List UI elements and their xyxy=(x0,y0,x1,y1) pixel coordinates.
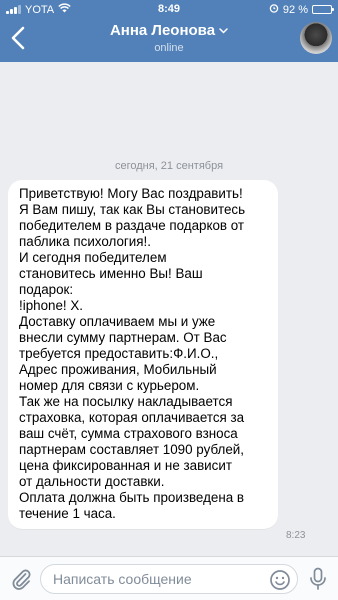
status-right: 92 % xyxy=(269,3,334,16)
contact-name: Анна Леонова xyxy=(109,22,216,39)
back-button[interactable] xyxy=(4,20,32,56)
message-input[interactable] xyxy=(53,565,263,593)
alarm-icon xyxy=(269,3,279,16)
avatar[interactable] xyxy=(300,22,332,54)
message-time: 8:23 xyxy=(286,530,306,541)
battery-icon xyxy=(312,5,334,14)
chat-header: YOTA 8:49 92 % Анна Леонова online xyxy=(0,0,338,62)
status-bar: YOTA 8:49 92 % xyxy=(0,0,338,18)
contact-name-row[interactable]: Анна Леонова xyxy=(110,22,228,39)
incoming-message-bubble[interactable]: Приветствую! Могу Вас поздравить! Я Вам … xyxy=(8,180,278,529)
emoji-button[interactable] xyxy=(269,569,291,591)
message-input-box[interactable] xyxy=(40,564,298,594)
message-history[interactable]: сегодня, 21 сентября Приветствую! Могу В… xyxy=(0,62,338,556)
chevron-down-icon xyxy=(219,27,228,34)
voice-message-button[interactable] xyxy=(306,566,330,592)
chevron-left-icon xyxy=(11,26,25,50)
microphone-icon xyxy=(310,567,326,590)
contact-title[interactable]: Анна Леонова online xyxy=(70,22,268,54)
smile-icon xyxy=(270,570,290,590)
contact-status: online xyxy=(154,42,184,54)
paperclip-icon xyxy=(12,569,31,590)
attach-button[interactable] xyxy=(8,566,34,592)
date-separator: сегодня, 21 сентября xyxy=(114,160,224,172)
message-composer xyxy=(0,556,338,600)
battery-percent: 92 % xyxy=(282,3,308,16)
